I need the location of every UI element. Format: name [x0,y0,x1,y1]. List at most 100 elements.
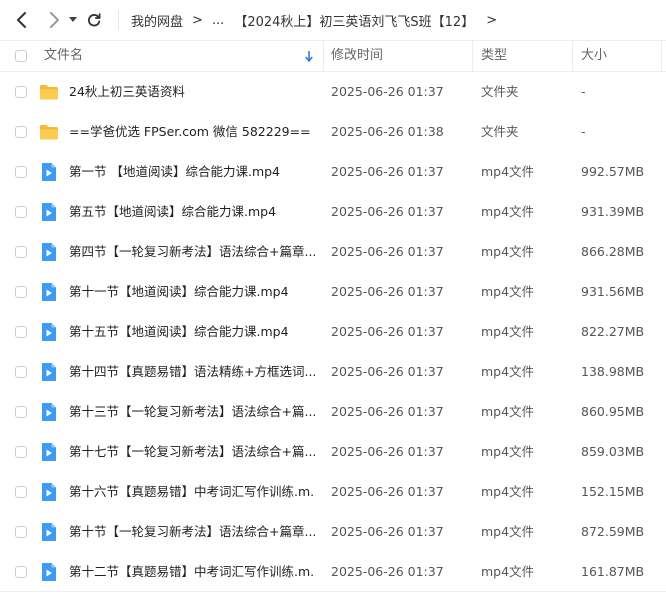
row-checkbox[interactable] [15,166,27,178]
forward-button[interactable] [42,8,66,32]
file-size: 992.57MB [581,164,645,179]
file-row[interactable]: 24秋上初三英语资料 2025-06-26 01:37 文件夹 - [0,72,666,112]
file-name[interactable]: 第四节【一轮复习新考法】语法综合+篇章... [69,232,315,272]
column-divider[interactable] [572,41,573,71]
file-row[interactable]: 第五节【地道阅读】综合能力课.mp4 2025-06-26 01:37 mp4文件 9… [0,192,666,232]
file-size: 152.15MB [581,484,645,499]
file-type: mp4文件 [481,364,535,379]
column-divider[interactable] [323,41,324,71]
file-size: - [581,124,586,139]
column-header-type[interactable]: 类型 [481,41,507,71]
file-row[interactable]: 第十六节【真题易错】中考词汇写作训练.m... 2025-06-26 01:37 m… [0,472,666,512]
refresh-button[interactable] [82,8,106,32]
column-divider[interactable] [472,41,473,71]
breadcrumb: 我的网盘 > ... 【2024秋上】初三英语刘飞飞S班【12】 > [131,11,506,30]
file-type: mp4文件 [481,164,535,179]
file-modified-time: 2025-06-26 01:37 [331,364,444,379]
file-row[interactable]: 第十四节【真题易错】语法精练+方框选词.... 2025-06-26 01:37 m… [0,352,666,392]
file-row[interactable]: ==学爸优选 FPSer.com 微信 582229== 2025-06-26 0… [0,112,666,152]
history-dropdown-button[interactable] [66,8,80,32]
file-modified-time: 2025-06-26 01:37 [331,84,444,99]
video-file-icon [39,282,59,302]
file-size: 859.03MB [581,444,645,459]
file-type: mp4文件 [481,484,535,499]
folder-icon [39,122,59,142]
file-name[interactable]: 第十节【一轮复习新考法】语法综合+篇章... [69,512,315,552]
row-checkbox[interactable] [15,246,27,258]
row-checkbox[interactable] [15,206,27,218]
select-all-checkbox[interactable] [15,50,27,62]
refresh-icon [88,13,101,27]
file-name[interactable]: 24秋上初三英语资料 [69,72,315,112]
file-list-header: 文件名 修改时间 类型 大小 [0,40,666,72]
file-name[interactable]: 第一节 【地道阅读】综合能力课.mp4 [69,152,315,192]
column-divider[interactable] [661,41,662,71]
breadcrumb-root[interactable]: 我的网盘 [131,11,183,30]
file-name[interactable]: 第十六节【真题易错】中考词汇写作训练.m... [69,472,315,512]
file-row[interactable]: 第十二节【真题易错】中考词汇写作训练.m... 2025-06-26 01:37 m… [0,552,666,592]
file-modified-time: 2025-06-26 01:37 [331,164,444,179]
video-file-icon [39,402,59,422]
row-checkbox[interactable] [15,486,27,498]
file-row[interactable]: 第十三节【一轮复习新考法】语法综合+篇... 2025-06-26 01:37 mp… [0,392,666,432]
file-modified-time: 2025-06-26 01:37 [331,204,444,219]
row-checkbox[interactable] [15,406,27,418]
breadcrumb-current-folder[interactable]: 【2024秋上】初三英语刘飞飞S班【12】 [234,11,474,30]
row-checkbox[interactable] [15,366,27,378]
file-modified-time: 2025-06-26 01:37 [331,564,444,579]
file-row[interactable]: 第一节 【地道阅读】综合能力课.mp4 2025-06-26 01:37 mp4文件… [0,152,666,192]
file-modified-time: 2025-06-26 01:37 [331,444,444,459]
file-modified-time: 2025-06-26 01:37 [331,244,444,259]
row-checkbox[interactable] [15,286,27,298]
breadcrumb-separator: > [192,12,203,28]
column-header-size[interactable]: 大小 [581,41,607,71]
file-name[interactable]: 第十三节【一轮复习新考法】语法综合+篇... [69,392,315,432]
file-modified-time: 2025-06-26 01:37 [331,284,444,299]
file-modified-time: 2025-06-26 01:37 [331,484,444,499]
file-type: mp4文件 [481,204,535,219]
column-header-name[interactable]: 文件名 [44,41,83,71]
row-checkbox[interactable] [15,566,27,578]
file-name[interactable]: 第十一节【地道阅读】综合能力课.mp4 [69,272,315,312]
file-type: mp4文件 [481,524,535,539]
file-name[interactable]: 第十七节【一轮复习新考法】语法综合+篇... [69,432,315,472]
toolbar-divider [118,10,119,30]
column-header-date[interactable]: 修改时间 [331,41,383,71]
chevron-left-icon [17,12,26,28]
row-checkbox[interactable] [15,526,27,538]
breadcrumb-expand-arrow[interactable]: > [486,13,497,28]
video-file-icon [39,202,59,222]
video-file-icon [39,442,59,462]
chevron-right-icon [50,12,59,28]
row-checkbox[interactable] [15,446,27,458]
file-row[interactable]: 第十五节【地道阅读】综合能力课.mp4 2025-06-26 01:37 mp4文件… [0,312,666,352]
video-file-icon [39,162,59,182]
row-checkbox[interactable] [15,126,27,138]
file-size: 931.56MB [581,284,645,299]
video-file-icon [39,522,59,542]
file-size: 860.95MB [581,404,645,419]
file-modified-time: 2025-06-26 01:37 [331,524,444,539]
file-name[interactable]: ==学爸优选 FPSer.com 微信 582229== [69,112,315,152]
file-type: mp4文件 [481,284,535,299]
breadcrumb-ellipsis[interactable]: ... [212,13,224,28]
file-name[interactable]: 第十五节【地道阅读】综合能力课.mp4 [69,312,315,352]
file-row[interactable]: 第十一节【地道阅读】综合能力课.mp4 2025-06-26 01:37 mp4文件… [0,272,666,312]
file-size: 161.87MB [581,564,645,579]
file-modified-time: 2025-06-26 01:38 [331,124,444,139]
file-name[interactable]: 第五节【地道阅读】综合能力课.mp4 [69,192,315,232]
file-size: 931.39MB [581,204,645,219]
file-row[interactable]: 第十七节【一轮复习新考法】语法综合+篇... 2025-06-26 01:37 mp… [0,432,666,472]
row-checkbox[interactable] [15,86,27,98]
file-type: mp4文件 [481,444,535,459]
file-row[interactable]: 第四节【一轮复习新考法】语法综合+篇章... 2025-06-26 01:37 mp… [0,232,666,272]
video-file-icon [39,242,59,262]
file-row[interactable]: 第十节【一轮复习新考法】语法综合+篇章... 2025-06-26 01:37 mp… [0,512,666,552]
sort-button[interactable] [305,41,313,71]
file-name[interactable]: 第十四节【真题易错】语法精练+方框选词.... [69,352,315,392]
file-name[interactable]: 第十二节【真题易错】中考词汇写作训练.m... [69,552,315,592]
row-checkbox[interactable] [15,326,27,338]
video-file-icon [39,322,59,342]
back-button[interactable] [10,8,34,32]
file-modified-time: 2025-06-26 01:37 [331,404,444,419]
